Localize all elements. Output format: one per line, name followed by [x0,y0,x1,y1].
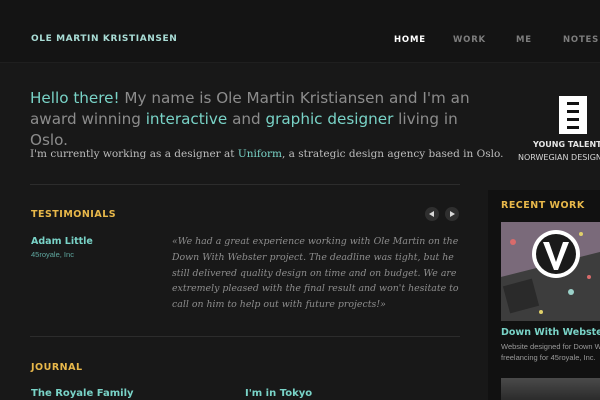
prev-testimonial-button[interactable] [425,207,439,221]
intro-highlight-graphic: graphic designer [265,110,394,128]
intro-highlight-interactive: interactive [145,110,228,128]
current-job-text: I'm currently working as a designer at U… [30,148,503,160]
recent-work-thumbnail-2[interactable] [501,378,600,400]
journal-title: JOURNAL [31,362,83,373]
nav-me[interactable]: ME [516,35,532,45]
award-badge-icon [559,96,587,134]
uniform-link[interactable]: Uniform [238,148,282,160]
testimonials-title: TESTIMONIALS [31,209,117,220]
recent-work-title: RECENT WORK [501,200,585,211]
site-header: OLE MARTIN KRISTIANSEN HOME WORK ME NOTE… [0,0,600,63]
current-job-pre: I'm currently working as a designer at [30,148,238,160]
current-job-post: , a strategic design agency based in Osl… [282,148,504,160]
next-testimonial-button[interactable] [445,207,459,221]
webster-artwork-image [501,222,600,321]
testimonial-author[interactable]: Adam Little [31,236,93,247]
recent-work-thumbnail[interactable] [501,222,600,321]
nav-home[interactable]: HOME [394,35,426,45]
recent-work-description: Website designed for Down With freelanci… [501,341,600,363]
recent-work-desc-line: Website designed for Down With [501,342,600,351]
site-brand[interactable]: OLE MARTIN KRISTIANSEN [31,34,177,44]
nav-work[interactable]: WORK [453,35,486,45]
recent-work-item-title[interactable]: Down With Webster [501,327,600,338]
divider [30,184,460,185]
arrow-right-icon [450,211,455,217]
intro-greeting: Hello there! [30,89,120,107]
award-line-1: YOUNG TALENT A [533,140,600,149]
award-line-2: NORWEGIAN DESIGN [518,153,600,162]
testimonial-quote: «We had a great experience working with … [172,236,459,311]
nav-notes[interactable]: NOTES [563,35,599,45]
intro-text: Hello there! My name is Ole Martin Krist… [30,88,470,151]
journal-post-link[interactable]: I'm in Tokyo [245,388,312,399]
recent-work-desc-line: freelancing for 45royale, Inc. [501,353,596,362]
divider [30,336,460,337]
journal-post-link[interactable]: The Royale Family [31,388,134,399]
testimonial-company: 45royale, Inc [31,250,74,259]
arrow-left-icon [429,211,434,217]
intro-text-part: and [227,110,266,128]
